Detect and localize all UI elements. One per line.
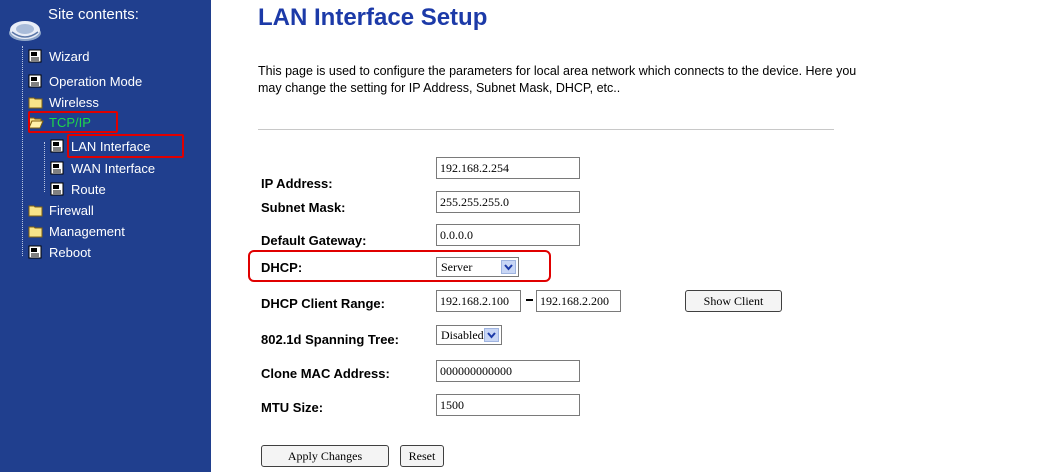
subnet-mask-input[interactable]: 255.255.255.0: [436, 191, 580, 213]
spanning-tree-label: 802.1d Spanning Tree:: [261, 332, 399, 347]
show-client-button[interactable]: Show Client: [685, 290, 782, 312]
divider: [258, 129, 834, 130]
page-description: This page is used to configure the param…: [258, 64, 857, 95]
chevron-down-icon: [484, 328, 499, 342]
clone-mac-input[interactable]: 000000000000: [436, 360, 580, 382]
default-gateway-input[interactable]: 0.0.0.0: [436, 224, 580, 246]
tcpip-highlight-box: [28, 111, 118, 133]
sidebar-item-reboot[interactable]: Reboot: [28, 243, 91, 261]
spanning-tree-select[interactable]: Disabled: [436, 325, 502, 345]
sidebar-item-label: Route: [71, 181, 106, 197]
document-icon: [50, 182, 64, 196]
folder-icon: [28, 205, 43, 217]
folder-icon: [28, 226, 43, 238]
dhcp-range-end-input[interactable]: 192.168.2.200: [536, 290, 621, 312]
subnet-mask-label: Subnet Mask:: [261, 200, 346, 215]
sidebar: Site contents: Wizard Operation Mode Wir…: [0, 0, 211, 472]
site-contents-title: Site contents:: [48, 6, 139, 23]
sidebar-item-label: WAN Interface: [71, 160, 156, 176]
mtu-size-input[interactable]: 1500: [436, 394, 580, 416]
document-icon: [28, 49, 42, 63]
sidebar-item-label: Reboot: [49, 244, 91, 260]
sidebar-item-wireless[interactable]: Wireless: [28, 93, 99, 111]
mtu-size-label: MTU Size:: [261, 400, 324, 415]
clone-mac-label: Clone MAC Address:: [261, 366, 390, 381]
sidebar-item-label: Wizard: [49, 48, 90, 64]
dhcp-client-range-label: DHCP Client Range:: [261, 296, 385, 311]
document-icon: [50, 161, 64, 175]
tree-connector-sub: [44, 142, 45, 192]
sidebar-item-firewall[interactable]: Firewall: [28, 201, 94, 219]
dhcp-highlight-box: [248, 250, 551, 282]
tree-connector: [22, 46, 23, 256]
ip-address-input[interactable]: 192.168.2.254: [436, 157, 580, 179]
reset-button[interactable]: Reset: [400, 445, 444, 467]
sidebar-item-wan-interface[interactable]: WAN Interface: [50, 159, 155, 177]
sidebar-item-label: Firewall: [49, 202, 94, 218]
sidebar-item-label: Operation Mode: [49, 73, 143, 89]
apply-changes-button[interactable]: Apply Changes: [261, 445, 389, 467]
main-content: LAN Interface Setup This page is used to…: [211, 0, 1052, 472]
sidebar-item-management[interactable]: Management: [28, 222, 125, 240]
document-icon: [28, 245, 42, 259]
sidebar-item-route[interactable]: Route: [50, 180, 106, 198]
page-title: LAN Interface Setup: [258, 4, 488, 31]
default-gateway-label: Default Gateway:: [261, 233, 367, 248]
ip-address-label: IP Address:: [261, 176, 333, 191]
document-icon: [50, 139, 64, 153]
document-icon: [28, 74, 42, 88]
folder-icon: [28, 97, 43, 109]
lan-interface-highlight-box: [67, 134, 184, 158]
sidebar-item-operation-mode[interactable]: Operation Mode: [28, 72, 142, 90]
sidebar-item-label: Wireless: [49, 94, 99, 110]
dhcp-range-start-input[interactable]: 192.168.2.100: [436, 290, 521, 312]
sidebar-item-label: Management: [49, 223, 125, 239]
site-globe-icon: [9, 21, 41, 41]
range-separator: [526, 299, 533, 301]
sidebar-item-wizard[interactable]: Wizard: [28, 47, 89, 65]
spanning-tree-select-value: Disabled: [441, 327, 484, 342]
